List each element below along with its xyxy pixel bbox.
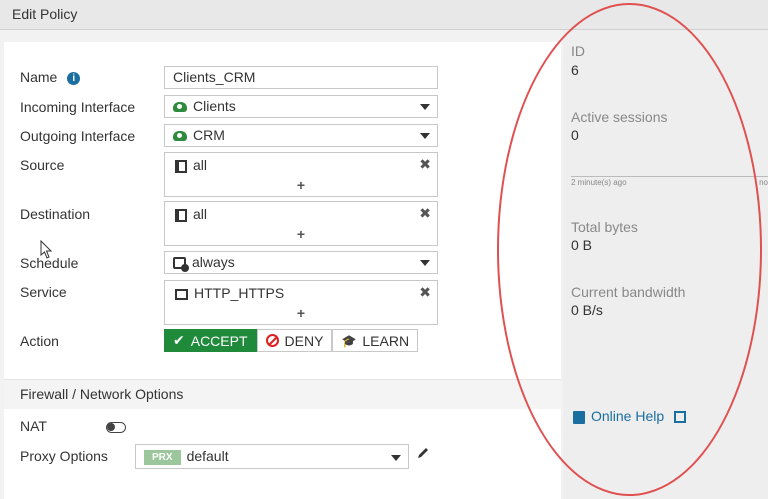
destination-value: all <box>193 206 208 222</box>
graduation-cap-icon: 🎓 <box>341 333 357 348</box>
destination-field[interactable]: all ✖ + <box>164 201 438 246</box>
remove-icon[interactable]: ✖ <box>419 284 431 301</box>
nat-toggle[interactable] <box>106 422 126 433</box>
service-value: HTTP_HTTPS <box>194 285 285 301</box>
incoming-interface-label: Incoming Interface <box>20 99 136 115</box>
window-title: Edit Policy <box>0 0 768 30</box>
source-label: Source <box>20 157 65 173</box>
incoming-interface-value: Clients <box>193 98 236 114</box>
external-link-icon <box>674 411 687 424</box>
action-group: ✔ ACCEPT DENY 🎓 LEARN <box>164 329 419 352</box>
source-entry[interactable]: all <box>175 157 207 173</box>
name-label: Name i <box>20 69 81 85</box>
mouse-cursor-icon <box>40 240 53 259</box>
add-destination-button[interactable]: + <box>165 226 437 242</box>
deny-button[interactable]: DENY <box>256 329 333 352</box>
service-label: Service <box>20 284 67 300</box>
proxy-value: default <box>186 448 229 464</box>
chevron-down-icon <box>391 455 401 461</box>
schedule-value: always <box>192 254 235 270</box>
deny-icon <box>265 334 279 347</box>
outgoing-interface-label: Outgoing Interface <box>20 128 136 144</box>
online-help-link[interactable]: Online Help <box>573 408 687 424</box>
accept-button[interactable]: ✔ ACCEPT <box>164 329 257 352</box>
interface-icon <box>173 102 187 113</box>
chevron-down-icon <box>420 104 430 110</box>
source-field[interactable]: all ✖ + <box>164 152 438 197</box>
total-bytes-label: Total bytes <box>571 219 638 235</box>
remove-icon[interactable]: ✖ <box>419 156 431 173</box>
section-header: Firewall / Network Options <box>4 379 561 409</box>
proxy-options-label: Proxy Options <box>20 448 108 464</box>
learn-button[interactable]: 🎓 LEARN <box>332 329 419 352</box>
policy-stats-panel: ID 6 Active sessions 0 2 minute(s) ago n… <box>563 30 768 499</box>
accept-label: ACCEPT <box>190 332 248 349</box>
nat-label: NAT <box>20 418 47 434</box>
service-field[interactable]: HTTP_HTTPS ✖ + <box>164 280 438 325</box>
address-icon <box>175 159 187 173</box>
address-icon <box>175 208 187 222</box>
info-icon[interactable]: i <box>67 71 81 85</box>
interface-icon <box>173 131 187 142</box>
total-bytes-value: 0 B <box>571 237 593 253</box>
sessions-sparkline <box>571 176 768 177</box>
active-sessions-label: Active sessions <box>571 109 668 125</box>
sparkline-start-label: 2 minute(s) ago <box>571 178 627 187</box>
schedule-icon <box>173 257 189 273</box>
name-input[interactable]: Clients_CRM <box>164 66 438 89</box>
book-icon <box>573 410 585 424</box>
action-label: Action <box>20 333 59 349</box>
deny-label: DENY <box>284 332 324 349</box>
id-label: ID <box>571 43 585 59</box>
current-bandwidth-label: Current bandwidth <box>571 284 686 300</box>
pencil-icon[interactable] <box>416 446 430 460</box>
online-help-label: Online Help <box>591 408 665 424</box>
check-icon: ✔ <box>173 332 185 348</box>
chevron-down-icon <box>420 260 430 266</box>
policy-form: Name i Clients_CRM Incoming Interface Cl… <box>4 42 561 499</box>
learn-label: LEARN <box>362 332 410 349</box>
service-icon <box>175 288 188 300</box>
current-bandwidth-value: 0 B/s <box>571 302 603 318</box>
proxy-badge: PRX <box>144 449 181 465</box>
proxy-options-select[interactable]: PRX default <box>135 444 409 469</box>
source-value: all <box>193 157 208 173</box>
id-value: 6 <box>571 62 579 78</box>
name-label-text: Name <box>20 69 58 85</box>
outgoing-interface-value: CRM <box>193 127 225 143</box>
outgoing-interface-select[interactable]: CRM <box>164 124 438 147</box>
active-sessions-value: 0 <box>571 127 579 143</box>
service-entry[interactable]: HTTP_HTTPS <box>175 285 284 301</box>
sparkline-end-label: no <box>759 178 768 187</box>
incoming-interface-select[interactable]: Clients <box>164 95 438 118</box>
destination-entry[interactable]: all <box>175 206 207 222</box>
add-service-button[interactable]: + <box>165 305 437 321</box>
add-source-button[interactable]: + <box>165 177 437 193</box>
remove-icon[interactable]: ✖ <box>419 205 431 222</box>
schedule-select[interactable]: always <box>164 251 438 274</box>
chevron-down-icon <box>420 133 430 139</box>
destination-label: Destination <box>20 206 91 222</box>
